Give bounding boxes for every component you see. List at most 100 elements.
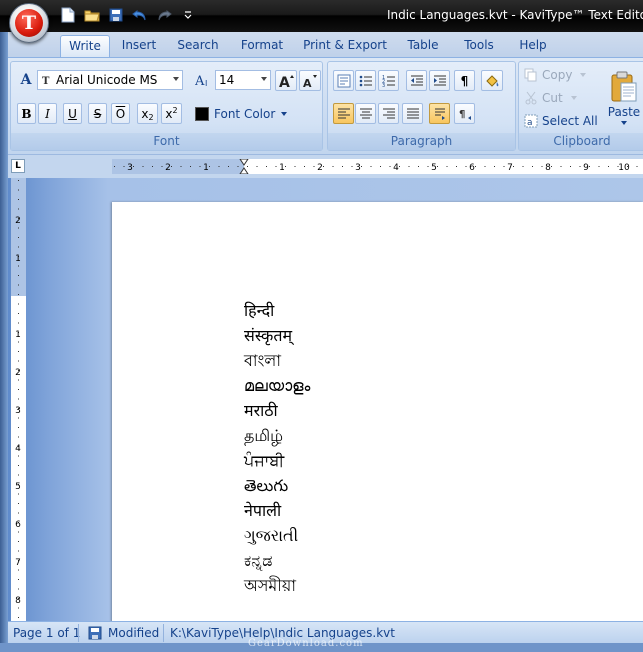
right-to-left-button[interactable]: ¶ <box>454 103 475 124</box>
ruler-dot <box>351 166 353 167</box>
ruler-dot <box>18 265 19 267</box>
tab-search[interactable]: Search <box>173 35 223 57</box>
ruler-dot <box>18 246 19 248</box>
align-center-button[interactable] <box>355 103 376 124</box>
align-left-button[interactable] <box>333 103 354 124</box>
save-icon[interactable] <box>106 6 126 24</box>
bold-button[interactable]: B <box>17 103 36 124</box>
show-formatting-button[interactable]: ¶ <box>454 70 475 91</box>
horizontal-ruler[interactable]: 3 2 1 1 2 3 4 5 6 7 8 9 10 <box>112 159 643 174</box>
font-color-button[interactable]: Font Color <box>194 103 290 124</box>
tab-write[interactable]: Write <box>60 35 110 57</box>
title-bar: Indic Languages.kvt - KaviType™ Text Edi… <box>0 0 643 32</box>
ribbon-panel: A T Arial Unicode MS AI 14 A A B I U S O… <box>8 57 643 154</box>
ruler-dot <box>389 166 391 167</box>
svg-text:A: A <box>279 75 290 89</box>
application-menu-button[interactable]: T <box>9 3 49 43</box>
align-center-icon <box>359 108 372 118</box>
paint-bucket-icon <box>486 74 499 87</box>
tab-tools[interactable]: Tools <box>458 35 500 57</box>
clipboard-group: Copy Cut a Select All Paste Clipboard <box>518 61 643 151</box>
ruler-dot <box>294 166 296 167</box>
font-color-swatch <box>195 106 209 121</box>
undo-icon[interactable] <box>130 6 150 24</box>
ruler-dot <box>18 360 19 362</box>
ruler-dot <box>18 607 19 609</box>
ruler-dot <box>332 166 334 167</box>
font-name-combo[interactable]: T Arial Unicode MS <box>37 70 183 90</box>
decrease-indent-button[interactable] <box>406 70 427 91</box>
new-document-icon[interactable] <box>58 6 78 24</box>
tab-insert[interactable]: Insert <box>116 35 162 57</box>
modified-label: Modified <box>108 626 160 640</box>
subscript-button[interactable]: x2 <box>137 103 158 124</box>
vertical-ruler[interactable]: 2 1 1 2 3 4 5 6 7 8 <box>11 178 26 621</box>
select-all-button[interactable]: a Select All <box>523 111 599 131</box>
ruler-dot <box>18 531 19 533</box>
ruler-dot <box>579 166 581 167</box>
ruler-dot <box>18 427 19 428</box>
document-line: తెలుగు <box>244 476 289 495</box>
svg-text:A: A <box>303 77 312 89</box>
ruler-tick-label: 2 <box>317 163 323 173</box>
increase-indent-button[interactable] <box>429 70 450 91</box>
copy-button[interactable]: Copy <box>523 65 593 85</box>
numbering-button[interactable]: 123 <box>378 70 399 91</box>
left-to-right-button[interactable] <box>429 103 450 124</box>
ruler-dot <box>380 166 381 167</box>
superscript-button[interactable]: x2 <box>161 103 182 124</box>
document-content[interactable]: हिन्दी संस्कृतम् বাংলা മലയാളം मराठी தமிழ் ਪੰਜਾ… <box>244 298 310 598</box>
ruler-dot <box>18 189 19 191</box>
ruler-tick-label: 6 <box>469 163 475 173</box>
ruler-dot <box>399 166 400 167</box>
redo-icon[interactable] <box>154 6 174 24</box>
justify-button[interactable] <box>402 103 423 124</box>
ruler-dot <box>494 166 495 167</box>
superscript-base: x <box>165 106 173 121</box>
open-folder-icon[interactable] <box>82 6 102 24</box>
justify-icon <box>406 108 419 118</box>
ruler-tick-label: 7 <box>15 558 21 568</box>
ruler-dot <box>18 579 19 580</box>
ruler-dot <box>323 166 324 167</box>
shrink-font-button[interactable]: A <box>299 70 321 91</box>
ruler-dot <box>237 166 239 167</box>
ruler-dot <box>190 166 191 167</box>
document-line: മലയാളം <box>244 376 311 395</box>
align-right-button[interactable] <box>378 103 399 124</box>
paragraph-style-button[interactable] <box>333 70 354 91</box>
ruler-dot <box>18 313 19 314</box>
overline-button[interactable]: O <box>111 103 130 124</box>
ruler-dot <box>18 199 19 200</box>
italic-button[interactable]: I <box>38 103 57 124</box>
highlight-button[interactable] <box>481 70 503 91</box>
ruler-dot <box>18 550 19 552</box>
indent-marker-icon[interactable] <box>239 159 249 174</box>
strikethrough-button[interactable]: S <box>88 103 107 124</box>
ruler-dot <box>532 166 533 167</box>
chevron-down-icon <box>621 121 627 125</box>
ruler-tick-label: 4 <box>393 163 399 173</box>
paragraph-style-icon <box>337 74 350 87</box>
document-line: বাংলা <box>244 351 281 370</box>
tab-format[interactable]: Format <box>236 35 288 57</box>
ruler-dot <box>18 275 19 276</box>
tab-table[interactable]: Table <box>403 35 443 57</box>
cut-label: Cut <box>542 91 563 105</box>
tab-help[interactable]: Help <box>514 35 552 57</box>
paste-button[interactable]: Paste <box>605 65 643 131</box>
underline-button[interactable]: U <box>63 103 82 124</box>
tab-print-export[interactable]: Print & Export <box>300 35 390 57</box>
document-page[interactable]: हिन्दी संस्कृतम् বাংলা മലയാളം मराठी தமிழ் ਪੰਜਾ… <box>112 202 643 621</box>
ruler-tick-label: 8 <box>545 163 551 173</box>
grow-font-button[interactable]: A <box>275 70 297 91</box>
cut-button[interactable]: Cut <box>523 88 593 108</box>
customize-qat-icon[interactable] <box>178 6 198 24</box>
ruler-dot <box>636 166 638 167</box>
ruler-dot <box>18 294 19 295</box>
ruler-dot <box>18 465 19 466</box>
font-size-combo[interactable]: 14 <box>215 70 271 90</box>
tab-stop-selector[interactable]: L <box>11 159 25 173</box>
ruler-dot <box>475 166 476 167</box>
bullets-button[interactable] <box>355 70 376 91</box>
